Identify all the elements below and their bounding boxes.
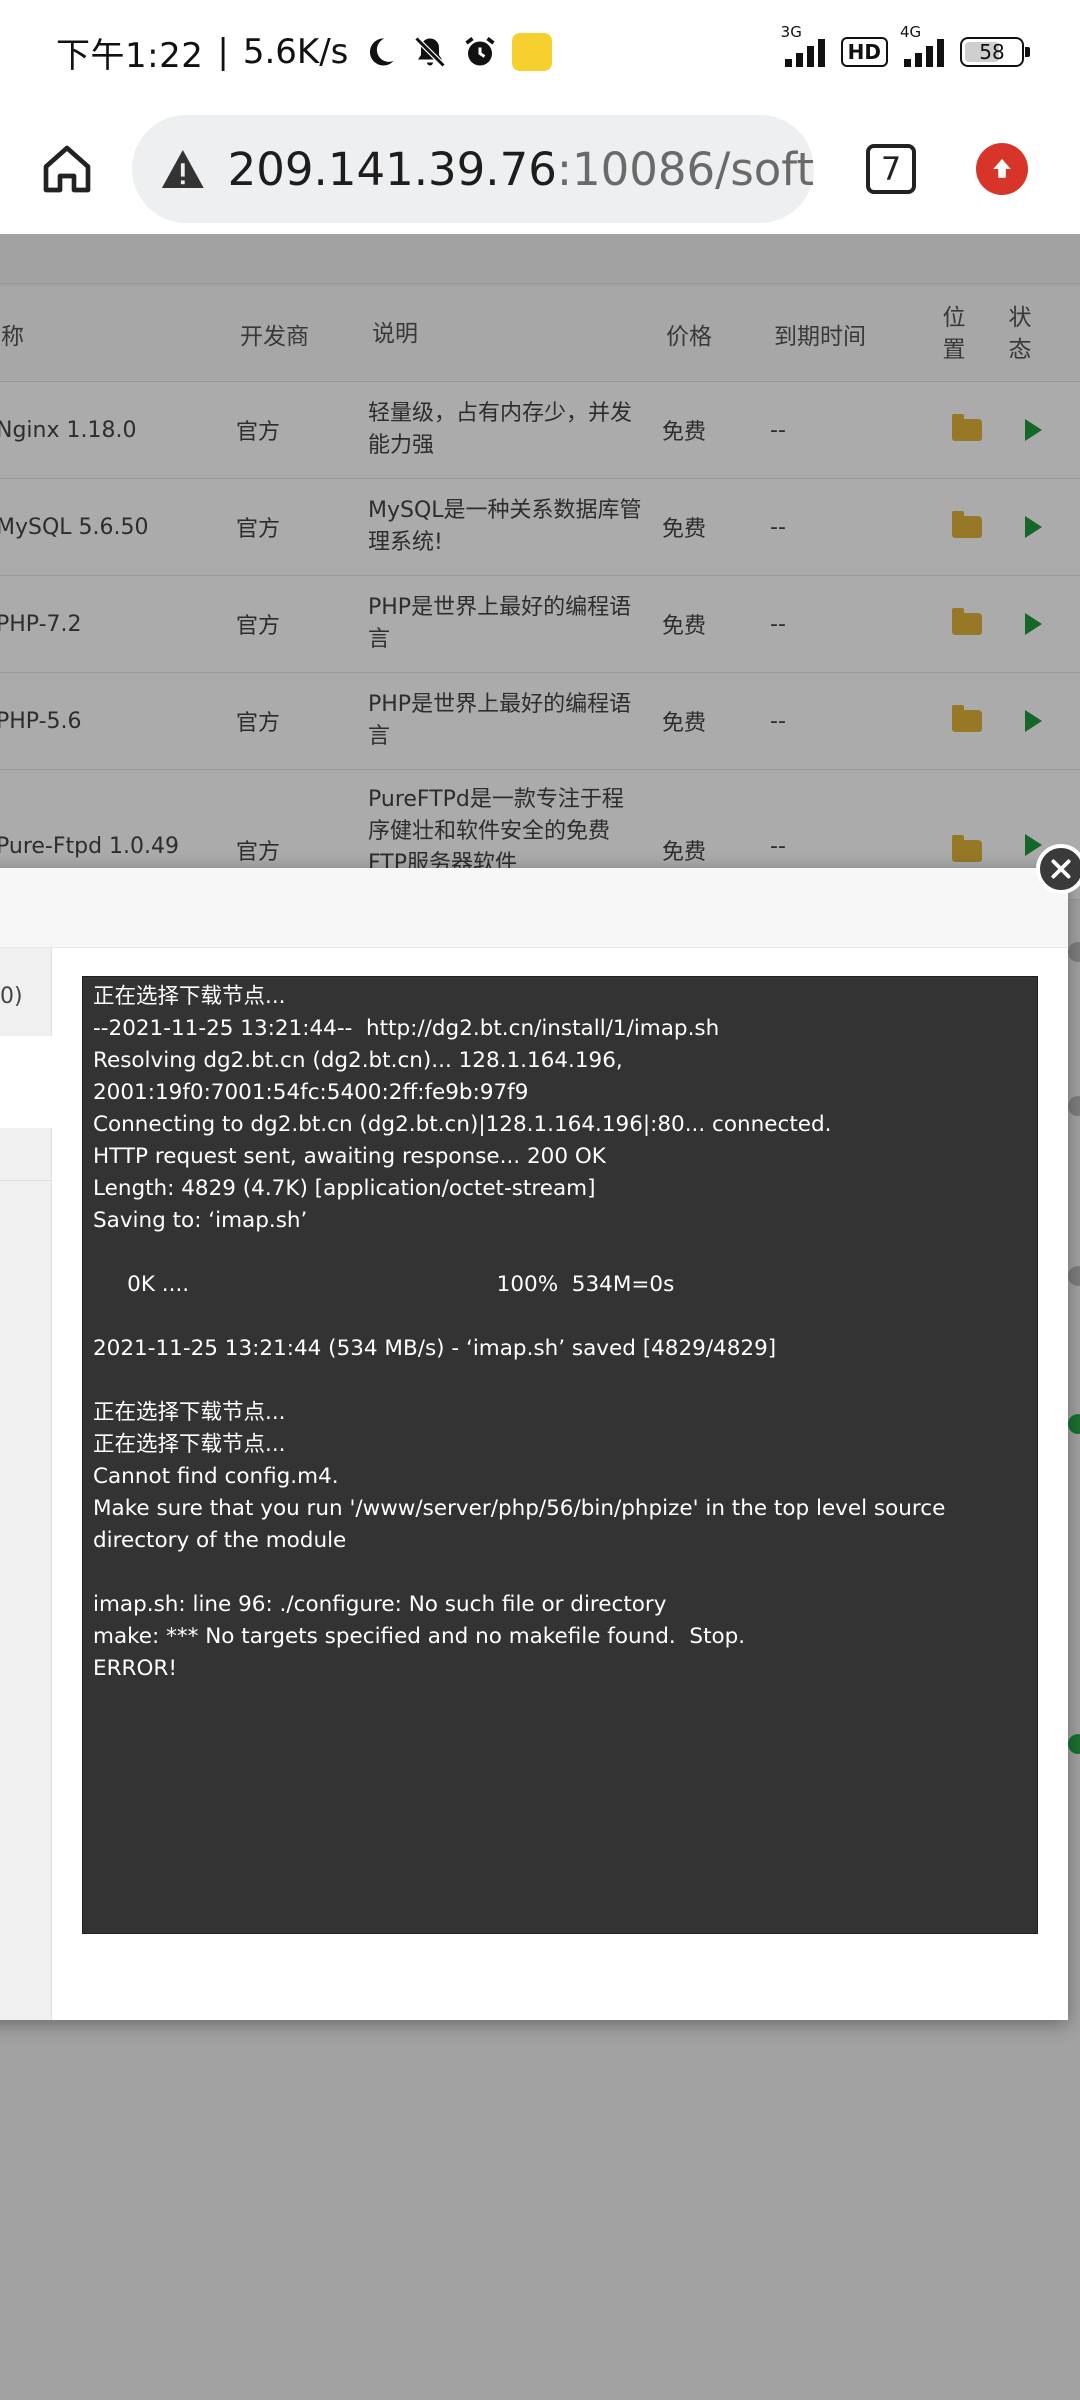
dialog-sidebar: 0): [0, 948, 52, 2020]
console-line: --2021-11-25 13:21:44-- http://dg2.bt.cn…: [93, 1016, 720, 1041]
upload-arrow-icon: [993, 159, 1011, 178]
url-path: :10086/soft: [556, 142, 814, 196]
console-line: Connecting to dg2.bt.cn (dg2.bt.cn)|128.…: [93, 1112, 832, 1137]
signal-4g-label: 4G: [900, 23, 922, 41]
console-line: imap.sh: line 96: ./configure: No such f…: [93, 1592, 667, 1617]
warning-triangle-icon: [161, 149, 204, 189]
console-line: 正在选择下载节点...: [93, 1400, 286, 1425]
sidebar-selected-item[interactable]: [0, 1036, 52, 1128]
console-line: 正在选择下载节点...: [93, 1432, 286, 1457]
address-bar[interactable]: 209.141.39.76:10086/soft: [132, 115, 814, 223]
console-line: make: *** No targets specified and no ma…: [93, 1624, 746, 1649]
status-time: 下午1:22: [56, 35, 204, 76]
signal-4g-icon: 4G: [900, 23, 944, 67]
console-line: ERROR!: [93, 1656, 177, 1681]
close-icon: [1051, 859, 1071, 879]
battery-level: 58: [979, 40, 1005, 64]
signal-3g-label: 3G: [780, 23, 802, 41]
sidebar-divider: [0, 1180, 52, 1181]
qq-icon: [512, 33, 553, 71]
tabs-button[interactable]: 7: [866, 144, 916, 194]
console-log: 正在选择下载节点... --2021-11-25 13:21:44-- http:…: [82, 976, 1038, 1934]
bell-off-icon: [415, 36, 446, 68]
console-line: HTTP request sent, awaiting response... …: [93, 1144, 606, 1169]
console-line: Make sure that you run '/www/server/php/…: [93, 1496, 953, 1553]
close-button[interactable]: [1036, 844, 1080, 894]
status-divider: |: [217, 32, 229, 72]
console-line: Resolving dg2.bt.cn (dg2.bt.cn)... 128.1…: [93, 1048, 630, 1105]
moon-icon: [370, 38, 394, 66]
console-line: 0K .... 100% 534M=0s: [93, 1272, 675, 1297]
home-button[interactable]: [30, 132, 104, 206]
install-log-dialog: 0) 正在选择下载节点... --2021-11-25 13:21:44-- ht…: [0, 868, 1068, 2020]
dialog-title-bar: [0, 868, 1068, 948]
alarm-icon: [465, 37, 495, 66]
console-line: Length: 4829 (4.7K) [application/octet-s…: [93, 1176, 596, 1201]
url-host: 209.141.39.76: [227, 142, 557, 196]
status-bar: 下午1:22 | 5.6K/s 3G HD 4G 58: [0, 0, 1080, 104]
browser-toolbar: 209.141.39.76:10086/soft 7: [0, 104, 1080, 234]
home-icon: [43, 145, 91, 193]
sidebar-text: 0): [0, 984, 23, 1009]
console-line: 正在选择下载节点...: [93, 984, 286, 1009]
signal-3g-icon: 3G: [781, 23, 825, 67]
console-line: 2021-11-25 13:21:44 (534 MB/s) - ‘imap.s…: [93, 1336, 777, 1361]
hd-badge: HD: [840, 37, 888, 67]
update-button[interactable]: [976, 143, 1028, 195]
battery-icon: 58: [960, 37, 1030, 67]
status-net-speed: 5.6K/s: [242, 32, 349, 72]
console-line: Cannot find config.m4.: [93, 1464, 339, 1489]
console-line: Saving to: ‘imap.sh’: [93, 1208, 308, 1233]
